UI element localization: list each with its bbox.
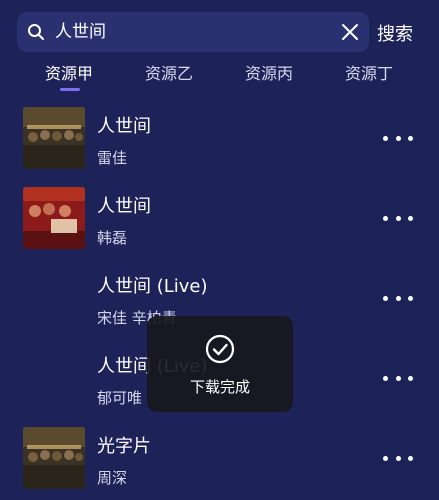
search-button[interactable]: 搜索	[377, 20, 413, 46]
more-icon-dot	[383, 215, 388, 221]
music-search-screen: 搜索 资源甲 资源乙 资源丙 资源丁	[0, 0, 439, 500]
more-options-button[interactable]	[383, 211, 413, 225]
song-artist: 雷佳	[97, 149, 128, 167]
tab-source-c[interactable]: 资源丙	[245, 60, 293, 90]
more-icon-dot	[395, 135, 401, 141]
song-row[interactable]: 人世间 韩磊	[0, 178, 439, 258]
more-icon-dot	[383, 455, 388, 461]
active-tab-indicator	[60, 88, 80, 91]
more-icon-dot	[408, 215, 413, 221]
song-title: 光字片	[97, 436, 151, 457]
source-tabs: 资源甲 资源乙 资源丙 资源丁	[0, 60, 439, 96]
album-cover	[23, 427, 85, 489]
song-title: 人世间	[97, 116, 151, 137]
album-cover	[23, 107, 85, 169]
album-cover	[23, 187, 85, 249]
search-box[interactable]	[17, 12, 369, 52]
search-bar: 搜索	[0, 0, 439, 60]
more-icon-dot	[408, 295, 413, 301]
download-complete-toast: 下载完成	[147, 316, 293, 412]
tab-source-b[interactable]: 资源乙	[145, 60, 193, 90]
song-row[interactable]: 光字片 周深	[0, 418, 439, 498]
song-artist: 郁可唯	[97, 389, 143, 407]
clear-icon[interactable]	[341, 23, 359, 41]
toast-message: 下载完成	[189, 378, 250, 396]
more-options-button[interactable]	[383, 451, 413, 465]
more-icon-dot	[383, 295, 388, 301]
more-icon-dot	[383, 135, 388, 141]
check-circle-icon	[205, 334, 235, 364]
song-title: 人世间	[97, 196, 151, 217]
search-input[interactable]	[55, 12, 325, 40]
more-icon-dot	[408, 135, 413, 141]
song-artist: 韩磊	[97, 229, 128, 247]
song-artist: 周深	[97, 469, 128, 487]
tab-source-d[interactable]: 资源丁	[345, 60, 393, 90]
song-row[interactable]: 人世间 雷佳	[0, 98, 439, 178]
more-icon-dot	[395, 455, 401, 461]
more-options-button[interactable]	[383, 131, 413, 145]
more-icon-dot	[408, 455, 413, 461]
tab-source-a[interactable]: 资源甲	[45, 60, 93, 90]
more-icon-dot	[408, 375, 413, 381]
more-icon-dot	[383, 375, 388, 381]
more-icon-dot	[395, 215, 401, 221]
song-title: 人世间 (Live)	[97, 276, 208, 297]
more-options-button[interactable]	[383, 291, 413, 305]
more-icon-dot	[395, 295, 401, 301]
more-icon-dot	[395, 375, 401, 381]
search-icon	[28, 24, 44, 40]
more-options-button[interactable]	[383, 371, 413, 385]
